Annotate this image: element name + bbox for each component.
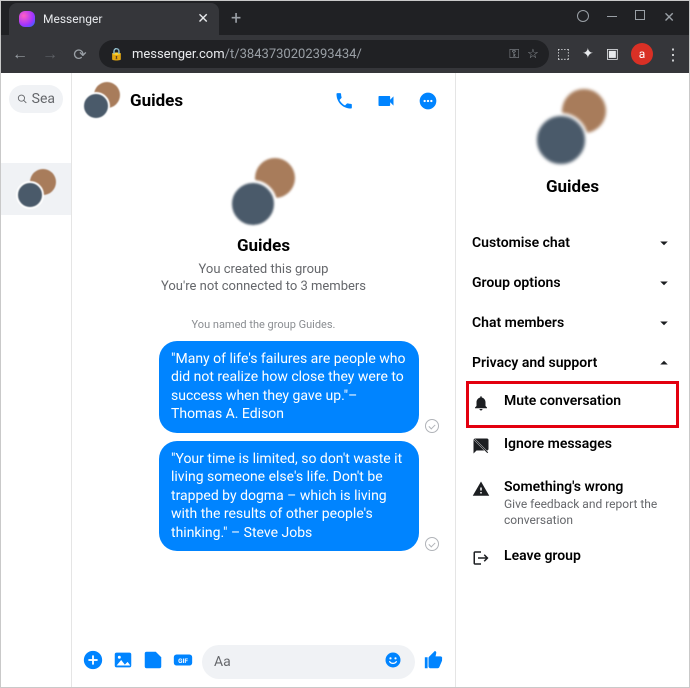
messenger-icon [19, 11, 35, 27]
logout-icon [472, 549, 490, 567]
more-icon [418, 91, 438, 111]
chat-title: Guides [130, 91, 317, 111]
chat-header: Guides [72, 73, 455, 128]
phone-icon [334, 91, 354, 111]
browser-menu-icon[interactable]: ⋮ [665, 45, 681, 64]
url-host: messenger.com [132, 47, 225, 62]
lock-icon: 🔒 [109, 47, 124, 61]
extension-icon[interactable]: ⬚ [557, 46, 570, 62]
leave-group-item[interactable]: Leave group [468, 538, 677, 581]
url-path: /t/3843730202393434/ [225, 47, 362, 62]
emoji-button[interactable] [383, 650, 403, 674]
search-icon [17, 92, 28, 106]
forward-button[interactable]: → [39, 44, 61, 64]
chat-off-icon [472, 437, 490, 455]
item-label: Mute conversation [504, 393, 621, 409]
video-call-button[interactable] [369, 84, 403, 118]
browser-toolbar: ← → ⟳ 🔒 messenger.com/t/3843730202393434… [1, 35, 689, 73]
image-icon [112, 649, 134, 671]
sticker-icon [142, 649, 164, 671]
tab-close-icon[interactable]: ✕ [197, 11, 209, 27]
message-composer: GIF Aa [72, 637, 455, 687]
address-bar[interactable]: 🔒 messenger.com/t/3843730202393434/ ⚿ ☆ [99, 40, 549, 68]
extensions-puzzle-icon[interactable]: ✦ [582, 46, 594, 62]
group-options-section[interactable]: Group options [468, 263, 677, 303]
window-controls: ✕ [577, 10, 689, 26]
chat-info-button[interactable] [411, 84, 445, 118]
group-intro: Guides You created this group You're not… [88, 138, 439, 306]
browser-tab[interactable]: Messenger ✕ [9, 3, 219, 35]
like-button[interactable] [423, 649, 445, 675]
bookmark-icon[interactable]: ☆ [527, 47, 539, 62]
chat-header-avatar[interactable] [82, 82, 120, 120]
window-close-icon[interactable]: ✕ [663, 10, 675, 26]
intro-title: Guides [88, 236, 439, 256]
reload-button[interactable]: ⟳ [69, 45, 91, 64]
window-titlebar: Messenger ✕ + ✕ [1, 1, 689, 35]
chat-column: Guides Guides You created this group You… [72, 73, 456, 687]
composer-placeholder: Aa [214, 654, 231, 670]
tab-title: Messenger [43, 12, 189, 26]
plus-circle-icon [82, 649, 104, 671]
window-minimize-icon[interactable] [607, 16, 617, 17]
mute-conversation-item[interactable]: Mute conversation [468, 383, 677, 426]
sticker-button[interactable] [142, 649, 164, 675]
chevron-down-icon [655, 234, 673, 252]
svg-text:GIF: GIF [178, 657, 188, 665]
key-icon[interactable]: ⚿ [509, 47, 519, 62]
info-avatar [534, 89, 612, 167]
window-maximize-icon[interactable] [635, 10, 645, 20]
ignore-messages-item[interactable]: Ignore messages [468, 426, 677, 469]
info-title: Guides [468, 177, 677, 197]
back-button[interactable]: ← [9, 44, 31, 64]
profile-avatar[interactable]: a [631, 43, 653, 65]
chevron-down-icon [655, 314, 673, 332]
account-indicator-icon[interactable] [577, 10, 589, 22]
message-row: "Your time is limited, so don't waste it… [88, 441, 439, 551]
thumb-up-icon [423, 649, 445, 671]
conversations-sidebar: Sea [1, 73, 72, 687]
open-actions-button[interactable] [82, 649, 104, 675]
customise-chat-section[interactable]: Customise chat [468, 223, 677, 263]
voice-call-button[interactable] [327, 84, 361, 118]
item-sublabel: Give feedback and report the conversatio… [504, 497, 673, 528]
group-avatar-icon [16, 169, 56, 209]
section-label: Customise chat [472, 235, 570, 251]
system-message: You named the group Guides. [88, 318, 439, 331]
privacy-support-section[interactable]: Privacy and support [468, 343, 677, 383]
message-row: "Many of life's failures are people who … [88, 341, 439, 433]
sent-indicator-icon [425, 537, 439, 551]
conversation-item[interactable] [1, 163, 71, 215]
item-label: Ignore messages [504, 436, 612, 452]
item-label: Leave group [504, 548, 581, 564]
item-label: Something's wrong [504, 479, 673, 495]
section-label: Group options [472, 275, 561, 291]
chat-members-section[interactable]: Chat members [468, 303, 677, 343]
message-bubble[interactable]: "Your time is limited, so don't waste it… [159, 441, 419, 551]
video-icon [376, 91, 396, 111]
group-avatar-large [229, 158, 299, 228]
somethings-wrong-item[interactable]: Something's wrong Give feedback and repo… [468, 469, 677, 538]
emoji-icon [383, 650, 403, 670]
intro-line-1: You created this group [88, 262, 439, 277]
bell-icon [472, 394, 490, 412]
warning-icon [472, 480, 490, 498]
search-placeholder: Sea [32, 91, 55, 107]
photo-button[interactable] [112, 649, 134, 675]
search-input[interactable]: Sea [9, 85, 63, 113]
conversation-info-panel: Guides Customise chat Group options Chat… [456, 73, 689, 687]
new-tab-button[interactable]: + [219, 8, 253, 29]
chevron-down-icon [655, 274, 673, 292]
intro-line-2: You're not connected to 3 members [88, 279, 439, 294]
section-label: Chat members [472, 315, 564, 331]
cast-icon[interactable]: ▣ [606, 46, 619, 62]
message-input[interactable]: Aa [202, 645, 415, 679]
message-bubble[interactable]: "Many of life's failures are people who … [159, 341, 419, 433]
sent-indicator-icon [425, 419, 439, 433]
section-label: Privacy and support [472, 355, 597, 371]
gif-icon: GIF [172, 649, 194, 671]
chevron-up-icon [655, 354, 673, 372]
gif-button[interactable]: GIF [172, 649, 194, 675]
chat-body: Guides You created this group You're not… [72, 128, 455, 637]
